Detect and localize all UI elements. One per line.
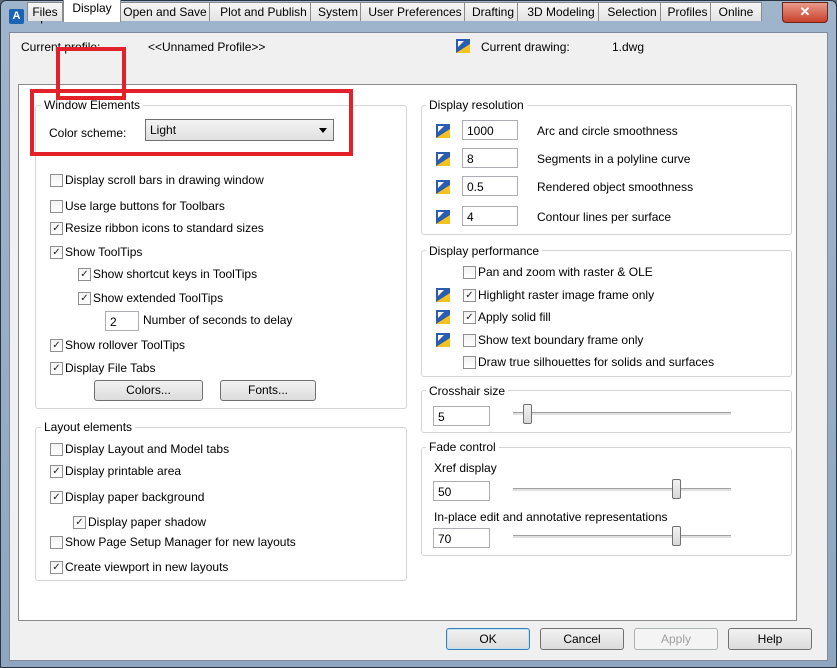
tab-user-preferences[interactable]: User Preferences — [360, 2, 470, 21]
current-profile-value: <<Unnamed Profile>> — [148, 40, 266, 54]
help-button[interactable]: Help — [728, 628, 812, 650]
checkbox-true-silhouettes[interactable] — [463, 356, 476, 369]
label-paper-shadow: Display paper shadow — [88, 515, 207, 529]
checkbox-show-tooltips[interactable]: ✓ — [50, 246, 63, 259]
label-shortcut-keys: Show shortcut keys in ToolTips — [93, 267, 258, 281]
checkbox-apply-solid-fill[interactable]: ✓ — [463, 311, 476, 324]
checkbox-scroll-bars[interactable] — [50, 174, 63, 187]
checkbox-large-buttons[interactable] — [50, 200, 63, 213]
ok-button[interactable]: OK — [446, 628, 530, 650]
tab-system[interactable]: System — [310, 2, 366, 21]
checkbox-extended-tooltips[interactable]: ✓ — [78, 292, 91, 305]
inplace-fade-input[interactable]: 70 — [433, 528, 490, 548]
label-text-boundary: Show text boundary frame only — [478, 333, 644, 347]
label-paper-background: Display paper background — [65, 490, 205, 504]
label-show-tooltips: Show ToolTips — [65, 245, 143, 259]
tab-profiles[interactable]: Profiles — [660, 2, 715, 21]
contour-lines-input[interactable]: 4 — [462, 206, 518, 226]
arc-smoothness-label: Arc and circle smoothness — [537, 124, 678, 138]
checkbox-resize-ribbon-icons[interactable]: ✓ — [50, 222, 63, 235]
crosshair-slider-thumb[interactable] — [523, 404, 533, 424]
tab-drafting[interactable]: Drafting — [464, 2, 522, 21]
tab-display[interactable]: Display — [63, 0, 121, 22]
checkbox-highlight-raster[interactable]: ✓ — [463, 289, 476, 302]
label-file-tabs: Display File Tabs — [65, 361, 156, 375]
layout-elements-title: Layout elements — [41, 420, 136, 434]
checkbox-printable-area[interactable]: ✓ — [50, 465, 63, 478]
checkbox-paper-shadow[interactable]: ✓ — [73, 516, 86, 529]
label-pan-zoom-raster: Pan and zoom with raster & OLE — [478, 265, 653, 279]
drawing-icon — [436, 288, 450, 302]
drawing-icon — [456, 39, 470, 53]
label-resize-ribbon-icons: Resize ribbon icons to standard sizes — [65, 221, 264, 235]
tab-files[interactable]: Files — [27, 2, 63, 21]
colors-button[interactable]: Colors... — [94, 380, 203, 401]
checkbox-page-setup-manager[interactable] — [50, 536, 63, 549]
drawing-icon — [436, 124, 450, 138]
tab-open-and-save[interactable]: Open and Save — [117, 2, 213, 21]
checkbox-file-tabs[interactable]: ✓ — [50, 362, 63, 375]
close-button[interactable]: ✕ — [782, 2, 828, 23]
autocad-logo-icon: A — [9, 9, 24, 24]
fonts-button[interactable]: Fonts... — [220, 380, 316, 401]
inplace-slider-thumb[interactable] — [671, 526, 681, 546]
drawing-icon — [436, 210, 450, 224]
xref-slider-thumb[interactable] — [671, 479, 681, 499]
label-create-viewport: Create viewport in new layouts — [65, 560, 229, 574]
apply-button[interactable]: Apply — [634, 628, 718, 650]
tab-plot-and-publish[interactable]: Plot and Publish — [209, 2, 318, 21]
cancel-button[interactable]: Cancel — [540, 628, 624, 650]
display-resolution-title: Display resolution — [426, 98, 527, 112]
checkbox-paper-background[interactable]: ✓ — [50, 491, 63, 504]
label-delay-seconds: Number of seconds to delay — [143, 313, 293, 327]
current-drawing-value: 1.dwg — [612, 40, 645, 54]
checkbox-text-boundary[interactable] — [463, 334, 476, 347]
delay-seconds-input[interactable]: 2 — [105, 311, 139, 331]
drawing-icon — [436, 310, 450, 324]
drawing-icon — [436, 180, 450, 194]
rendered-smoothness-label: Rendered object smoothness — [537, 180, 694, 194]
tab-selection[interactable]: Selection — [598, 2, 666, 21]
label-scroll-bars: Display scroll bars in drawing window — [65, 173, 264, 187]
checkbox-shortcut-keys[interactable]: ✓ — [78, 268, 91, 281]
label-highlight-raster: Highlight raster image frame only — [478, 288, 655, 302]
current-drawing-label: Current drawing: — [481, 40, 570, 54]
polyline-segments-label: Segments in a polyline curve — [537, 152, 691, 166]
tab-online[interactable]: Online — [710, 2, 762, 21]
label-printable-area: Display printable area — [65, 464, 182, 478]
inplace-slider-track[interactable] — [513, 535, 731, 539]
checkbox-pan-zoom-raster[interactable] — [463, 266, 476, 279]
drawing-icon — [436, 333, 450, 347]
label-large-buttons: Use large buttons for Toolbars — [65, 199, 225, 213]
label-true-silhouettes: Draw true silhouettes for solids and sur… — [478, 355, 715, 369]
label-page-setup-manager: Show Page Setup Manager for new layouts — [65, 535, 296, 549]
label-layout-model-tabs: Display Layout and Model tabs — [65, 442, 230, 456]
crosshair-size-title: Crosshair size — [426, 384, 509, 398]
checkbox-rollover-tooltips[interactable]: ✓ — [50, 339, 63, 352]
crosshair-slider-track[interactable] — [513, 412, 731, 416]
color-scheme-highlight-annotation — [30, 89, 353, 156]
drawing-icon — [436, 152, 450, 166]
tab-3d-modeling[interactable]: 3D Modeling — [517, 2, 605, 21]
label-extended-tooltips: Show extended ToolTips — [93, 291, 224, 305]
fade-control-title: Fade control — [426, 440, 499, 454]
checkbox-layout-model-tabs[interactable] — [50, 443, 63, 456]
inplace-edit-label: In-place edit and annotative representat… — [434, 510, 668, 524]
crosshair-size-input[interactable]: 5 — [433, 406, 490, 426]
rendered-smoothness-input[interactable]: 0.5 — [462, 176, 518, 196]
xref-display-label: Xref display — [434, 461, 497, 475]
checkbox-create-viewport[interactable]: ✓ — [50, 561, 63, 574]
display-performance-title: Display performance — [426, 244, 543, 258]
label-apply-solid-fill: Apply solid fill — [478, 310, 551, 324]
xref-fade-input[interactable]: 50 — [433, 481, 490, 501]
contour-lines-label: Contour lines per surface — [537, 210, 672, 224]
polyline-segments-input[interactable]: 8 — [462, 148, 518, 168]
arc-smoothness-input[interactable]: 1000 — [462, 120, 518, 140]
label-rollover-tooltips: Show rollover ToolTips — [65, 338, 186, 352]
xref-slider-track[interactable] — [513, 488, 731, 492]
